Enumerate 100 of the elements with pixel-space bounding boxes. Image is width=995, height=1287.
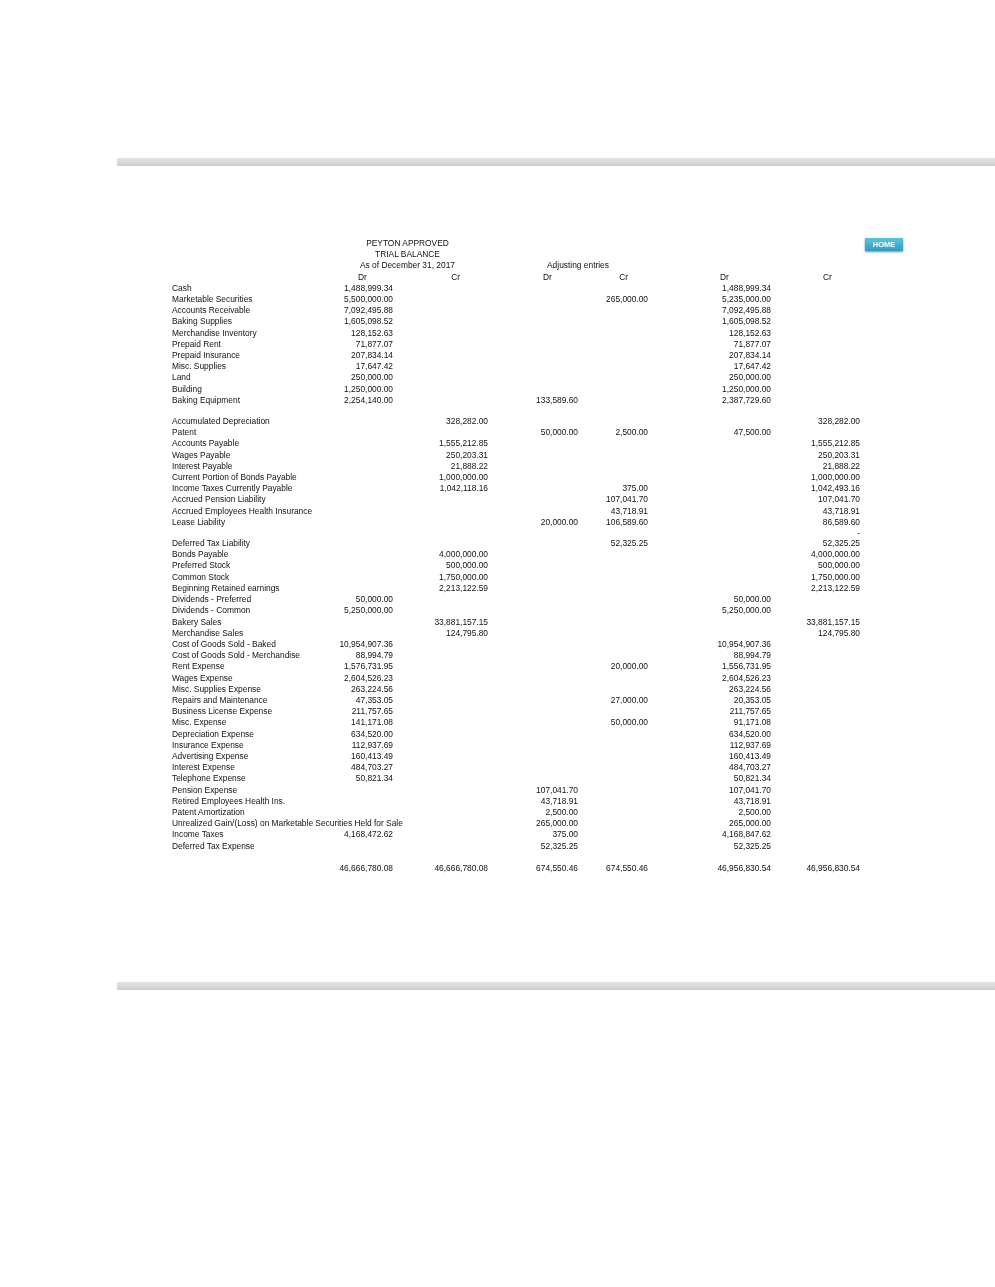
amount-cell-text: 52,325.25: [732, 840, 771, 852]
amount-cell-text: 112,937.69: [350, 739, 393, 751]
account-name: Unrealized Gain/(Loss) on Marketable Securities Held for Sale: [172, 818, 403, 830]
account-name: Advertising Expense: [172, 750, 249, 763]
amount-cell-text: 265,000.00: [535, 818, 578, 830]
amount-cell-text: 20,000.00: [539, 516, 578, 529]
account-name: Current Portion of Bonds Payable: [172, 472, 297, 484]
account-name: Cash: [172, 282, 192, 294]
amount-cell-text: 52,325.25: [609, 538, 648, 550]
amount-cell-text: 500,000.00: [817, 560, 860, 572]
amount-cell-text: 52,325.25: [821, 538, 860, 550]
amount-cell-text: 50,821.34: [354, 773, 393, 785]
account-name: Cost of Goods Sold - Baked: [172, 638, 276, 651]
total-amount: 674,550.46: [605, 862, 648, 874]
account-name: Prepaid Rent: [172, 338, 221, 351]
column-heading: Dr: [719, 271, 730, 283]
amount-cell-text: 4,168,472.62: [343, 829, 393, 841]
amount-cell-text: 133,589.60: [535, 394, 578, 407]
amount-cell-text: 50,821.34: [732, 773, 771, 785]
amount-cell-text: 634,520.00: [728, 728, 771, 740]
amount-cell-text: 328,282.00: [817, 416, 860, 428]
account-name: Misc. Supplies: [172, 361, 226, 373]
amount-cell-text: 50,000.00: [539, 427, 578, 439]
account-name: Dividends - Preferred: [172, 594, 252, 606]
amount-cell-text: 1,576,731.95: [343, 661, 393, 673]
column-heading: Dr: [542, 271, 553, 283]
account-name: Patent: [172, 427, 197, 439]
account-name: Deferred Tax Expense: [172, 840, 255, 852]
account-name: Depreciation Expense: [172, 728, 254, 740]
amount-cell-text: 5,500,000.00: [343, 294, 393, 306]
column-heading: Dr: [357, 271, 368, 283]
amount-cell-text: 250,000.00: [350, 372, 393, 384]
amount-cell-text: 250,000.00: [728, 372, 771, 384]
amount-cell-text: 50,000.00: [609, 717, 648, 729]
amount-cell-text: 2,500.00: [737, 806, 771, 819]
amount-cell-text: 160,413.49: [350, 750, 393, 763]
amount-cell-text: 1,250,000.00: [721, 383, 771, 395]
amount-cell-text: 1,250,000.00: [343, 383, 393, 395]
amount-cell-text: 2,213,122.59: [810, 582, 860, 595]
account-name: Interest Expense: [172, 762, 235, 774]
account-name: Misc. Expense: [172, 717, 227, 729]
account-name: Accumulated Depreciation: [172, 416, 270, 428]
amount-cell-text: 500,000.00: [445, 560, 488, 572]
amount-cell-text: 21,888.22: [449, 460, 488, 473]
amount-cell-text: 207,834.14: [728, 350, 771, 362]
account-name: Retired Employees Health Ins.: [172, 795, 286, 807]
column-heading: Cr: [618, 271, 629, 283]
account-name: Accrued Employees Health Insurance: [172, 505, 313, 517]
total-amount: 46,666,780.08: [433, 862, 488, 874]
amount-cell-text: 106,589.60: [605, 516, 648, 529]
account-name: Insurance Expense: [172, 739, 244, 751]
amount-cell-text: 10,954,907.36: [716, 638, 771, 651]
account-name: Common Stock: [172, 571, 230, 583]
amount-cell-text: 1,000,000.00: [438, 472, 488, 484]
amount-cell-text: 43,718.91: [539, 795, 578, 807]
amount-cell-text: 1,042,493.16: [810, 483, 860, 495]
amount-cell-text: 211,757.65: [728, 706, 771, 718]
amount-cell-text: 71,877.07: [732, 338, 771, 351]
report-date: As of December 31, 2017: [359, 260, 456, 272]
amount-cell-text: 17,647.42: [354, 361, 393, 373]
amount-cell-text: 1,750,000.00: [810, 571, 860, 583]
amount-cell-text: 2,604,526.23: [343, 672, 393, 684]
account-name: Merchandise Inventory: [172, 327, 257, 339]
amount-cell-text: 107,041.70: [605, 494, 648, 506]
amount-cell-text: 21,888.22: [821, 460, 860, 473]
amount-cell-text: 160,413.49: [728, 750, 771, 763]
account-name: Rent Expense: [172, 661, 225, 673]
amount-cell-text: 5,250,000.00: [343, 605, 393, 617]
amount-cell-text: 263,224.56: [350, 683, 393, 695]
amount-cell-text: 1,605,098.52: [343, 316, 393, 328]
account-name: Deferred Tax Liability: [172, 538, 251, 550]
total-amount: 46,666,780.08: [338, 862, 393, 874]
column-heading: Cr: [450, 271, 461, 283]
column-group-heading: Adjusting entries: [546, 260, 610, 272]
amount-cell-text: 20,000.00: [609, 661, 648, 673]
amount-cell-text: 50,000.00: [732, 594, 771, 606]
account-name: Business License Expense: [172, 706, 273, 718]
account-name: Land: [172, 372, 191, 384]
amount-cell-text: 2,604,526.23: [721, 672, 771, 684]
amount-cell-text: 1,605,098.52: [721, 316, 771, 328]
amount-cell-text: 2,254,140.00: [343, 394, 393, 407]
account-name: Wages Payable: [172, 449, 231, 461]
amount-cell-text: 263,224.56: [728, 683, 771, 695]
amount-cell-text: 71,877.07: [354, 338, 393, 351]
account-name: Marketable Securities: [172, 294, 253, 306]
company-name: PEYTON APPROVED: [365, 238, 450, 250]
amount-cell-text: 375.00: [551, 829, 578, 841]
amount-cell-text: 484,703.27: [728, 762, 771, 774]
amount-cell-text: 5,235,000.00: [721, 294, 771, 306]
amount-cell-text: 4,000,000.00: [810, 549, 860, 561]
account-name: Merchandise Sales: [172, 627, 244, 639]
amount-cell-text: 7,092,495.88: [721, 305, 771, 317]
amount-cell-text: 265,000.00: [605, 294, 648, 306]
amount-cell-text: 1,750,000.00: [438, 571, 488, 583]
amount-cell-text: 43,718.91: [732, 795, 771, 807]
report-title: TRIAL BALANCE: [374, 249, 441, 261]
total-amount: 674,550.46: [535, 862, 578, 874]
amount-cell-text: 43,718.91: [821, 505, 860, 517]
amount-cell-text: 107,041.70: [535, 784, 578, 796]
amount-cell-text: 128,152.63: [728, 327, 771, 339]
